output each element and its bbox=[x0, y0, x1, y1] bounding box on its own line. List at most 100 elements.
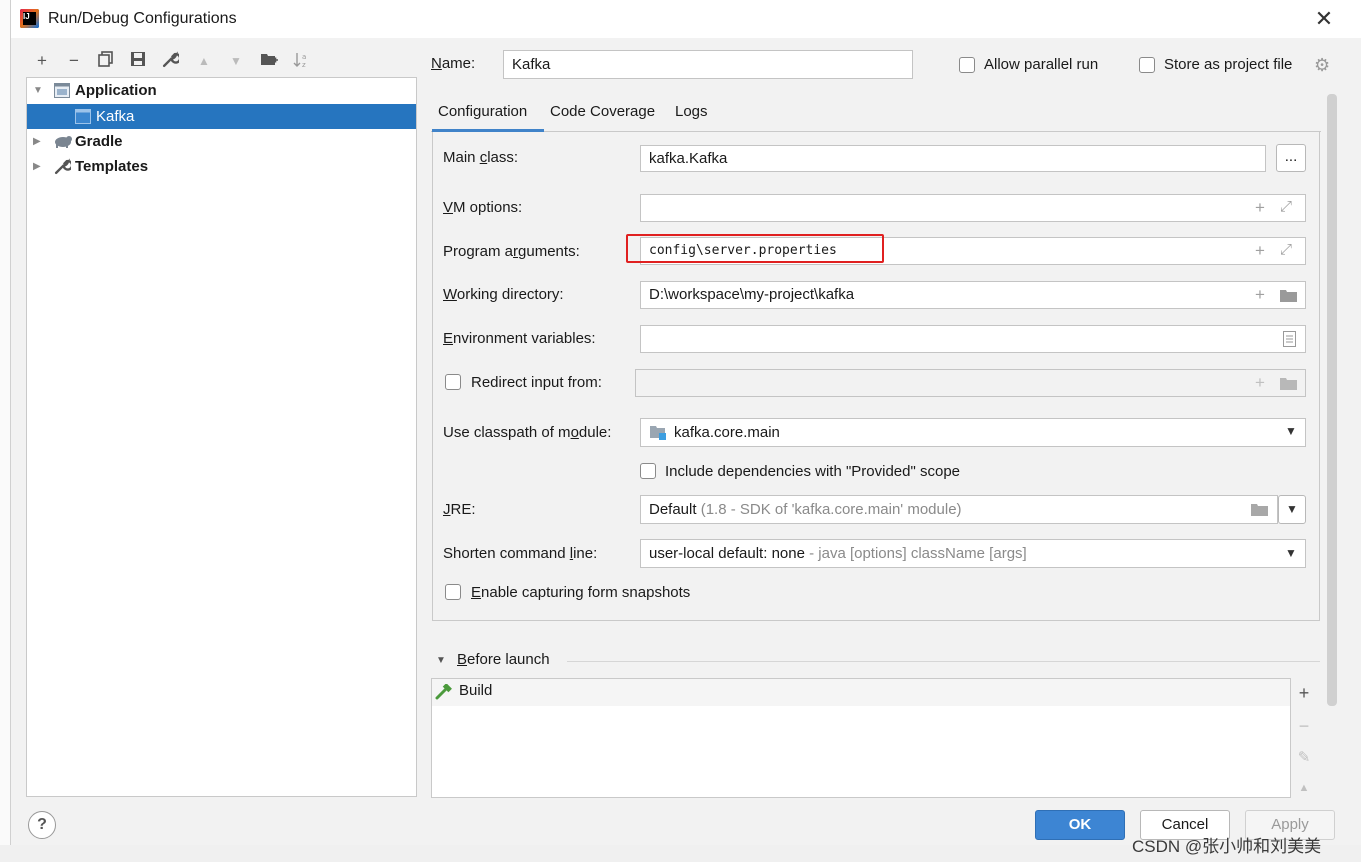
folder-icon bbox=[1280, 378, 1297, 390]
gradle-elephant-icon bbox=[55, 136, 72, 148]
chevron-down-icon[interactable]: ▼ bbox=[1285, 424, 1297, 438]
ide-background-left bbox=[0, 0, 10, 862]
add-task-button[interactable]: + bbox=[1294, 683, 1314, 704]
before-launch-title-text: efore launch bbox=[467, 651, 550, 668]
svg-text:z: z bbox=[302, 61, 306, 69]
new-folder-button[interactable] bbox=[259, 51, 279, 71]
save-icon bbox=[131, 52, 145, 66]
chevron-down-icon: ▼ bbox=[1286, 502, 1298, 516]
hammer-icon bbox=[435, 684, 452, 700]
jre-label: JRE: bbox=[443, 501, 476, 518]
vm-options-input[interactable] bbox=[640, 194, 1306, 222]
list-item[interactable]: Build bbox=[432, 679, 1290, 706]
tab-logs[interactable]: Logs bbox=[675, 103, 708, 120]
working-dir-label: Working directory: bbox=[443, 286, 564, 303]
plus-icon[interactable]: + bbox=[1255, 198, 1265, 218]
env-vars-input[interactable] bbox=[640, 325, 1306, 353]
section-divider bbox=[567, 661, 1320, 662]
copy-config-button[interactable] bbox=[96, 51, 116, 71]
ok-button[interactable]: OK bbox=[1035, 810, 1125, 840]
store-project-label[interactable]: Store as project file bbox=[1164, 56, 1292, 73]
name-label: Name: bbox=[431, 55, 476, 72]
tree-item-gradle[interactable]: ▶ Gradle bbox=[27, 129, 416, 154]
browse-main-class-button[interactable]: ... bbox=[1276, 144, 1306, 172]
redirect-input-field bbox=[635, 369, 1306, 397]
close-button[interactable]: ✕ bbox=[1311, 6, 1337, 32]
intellij-logo-icon: IJ bbox=[20, 9, 39, 28]
plus-icon: + bbox=[1255, 373, 1265, 392]
tree-item-label: Templates bbox=[75, 158, 149, 175]
shorten-label: Shorten command line: bbox=[443, 545, 598, 562]
sort-icon: az bbox=[293, 53, 306, 69]
main-class-label: Main class: bbox=[443, 149, 519, 166]
move-task-up-button[interactable]: ▲ bbox=[1294, 782, 1314, 794]
scrollbar[interactable] bbox=[1327, 94, 1337, 706]
include-deps-checkbox[interactable] bbox=[640, 463, 656, 479]
before-launch-list[interactable]: Build bbox=[431, 678, 1291, 798]
main-class-input[interactable]: kafka.Kafka bbox=[640, 145, 1266, 172]
expand-icon[interactable]: ⤢ bbox=[1280, 240, 1292, 260]
edit-templates-button[interactable] bbox=[160, 51, 181, 71]
plus-icon[interactable]: + bbox=[1255, 285, 1265, 305]
redirect-input-label[interactable]: Redirect input from: bbox=[471, 374, 602, 391]
window-title: Run/Debug Configurations bbox=[48, 10, 237, 27]
classpath-label: Use classpath of module: bbox=[443, 424, 612, 441]
gear-icon[interactable]: ⚙ bbox=[1314, 55, 1330, 76]
plus-icon[interactable]: + bbox=[1255, 241, 1265, 261]
document-icon[interactable] bbox=[1283, 331, 1296, 347]
collapse-arrow-icon[interactable]: ▼ bbox=[436, 655, 446, 666]
tree-item-application[interactable]: ▼ Application bbox=[27, 78, 416, 103]
move-up-button[interactable]: ▲ bbox=[194, 51, 214, 71]
vm-options-label: VM options: bbox=[443, 199, 523, 216]
redirect-input-checkbox[interactable] bbox=[445, 374, 461, 390]
shorten-value: user-local default: none bbox=[649, 545, 805, 562]
jre-hint: (1.8 - SDK of 'kafka.core.main' module) bbox=[700, 501, 962, 518]
highlight-annotation-box bbox=[626, 234, 884, 263]
sort-button[interactable]: az bbox=[291, 51, 311, 71]
store-project-checkbox[interactable] bbox=[1139, 57, 1155, 73]
working-dir-input[interactable]: D:\workspace\my-project\kafka bbox=[640, 281, 1306, 309]
snapshots-label[interactable]: Enable capturing form snapshots bbox=[471, 584, 690, 601]
folder-icon[interactable] bbox=[1250, 502, 1269, 517]
chevron-down-icon[interactable]: ▼ bbox=[1285, 546, 1297, 560]
remove-task-button[interactable]: − bbox=[1294, 716, 1314, 737]
application-config-icon bbox=[75, 109, 91, 124]
list-item-label: Build bbox=[459, 682, 493, 699]
save-config-button[interactable] bbox=[128, 51, 148, 71]
jre-value: Default bbox=[649, 501, 697, 518]
allow-parallel-label[interactable]: Allow parallel run bbox=[984, 56, 1098, 73]
name-input[interactable]: Kafka bbox=[503, 50, 913, 79]
folder-add-icon bbox=[261, 54, 278, 65]
allow-parallel-checkbox[interactable] bbox=[959, 57, 975, 73]
move-down-button[interactable]: ▼ bbox=[226, 51, 246, 71]
before-launch-title[interactable]: Before launch bbox=[457, 651, 550, 668]
collapsed-arrow-icon: ▶ bbox=[33, 136, 41, 147]
shorten-hint: - java [options] className [args] bbox=[809, 545, 1027, 562]
watermark: CSDN @张小帅和刘美美 bbox=[1132, 837, 1322, 856]
snapshots-label-text: nable capturing form snapshots bbox=[481, 584, 691, 601]
folder-icon[interactable] bbox=[1279, 288, 1298, 303]
tree-item-kafka[interactable]: Kafka bbox=[27, 104, 416, 129]
remove-config-button[interactable]: − bbox=[64, 51, 84, 71]
application-icon bbox=[54, 83, 70, 98]
active-tab-indicator bbox=[432, 129, 544, 132]
snapshots-checkbox[interactable] bbox=[445, 584, 461, 600]
tab-code-coverage[interactable]: Code Coverage bbox=[550, 103, 655, 120]
expand-icon[interactable]: ⤢ bbox=[1280, 197, 1292, 217]
jre-dropdown-button[interactable]: ▼ bbox=[1278, 495, 1306, 524]
shorten-select[interactable]: user-local default: none - java [options… bbox=[640, 539, 1306, 568]
classpath-select[interactable]: kafka.core.main bbox=[640, 418, 1306, 447]
module-folder-icon bbox=[650, 426, 666, 440]
pencil-icon[interactable]: ✎ bbox=[1294, 748, 1314, 766]
wrench-icon bbox=[162, 51, 181, 68]
wrench-icon bbox=[54, 158, 71, 175]
tab-configuration[interactable]: Configuration bbox=[438, 103, 527, 120]
jre-select[interactable]: Default (1.8 - SDK of 'kafka.core.main' … bbox=[640, 495, 1278, 524]
svg-text:a: a bbox=[302, 53, 306, 61]
tree-item-label: Gradle bbox=[75, 133, 123, 150]
tree-item-templates[interactable]: ▶ Templates bbox=[27, 154, 416, 179]
config-tree[interactable]: ▼ Application Kafka ▶ Gradle ▶ Templates bbox=[26, 77, 417, 797]
help-button[interactable]: ? bbox=[28, 811, 56, 839]
include-deps-label[interactable]: Include dependencies with "Provided" sco… bbox=[665, 463, 960, 480]
add-config-button[interactable]: + bbox=[32, 51, 52, 71]
